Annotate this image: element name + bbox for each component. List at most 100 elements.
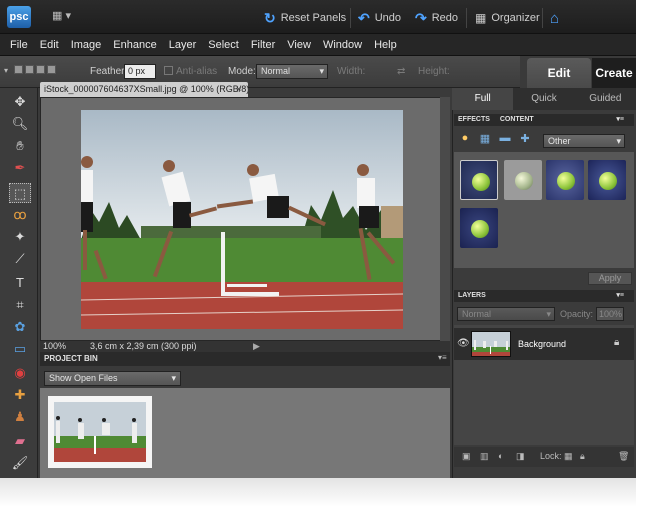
layout-icon[interactable]: ▦ ▾ (52, 9, 78, 23)
tab-content[interactable]: CONTENT (500, 116, 534, 123)
tab-effects[interactable]: EFFECTS (458, 116, 490, 123)
effects-category-select[interactable]: Other ▾ (543, 134, 625, 148)
menu-enhance[interactable]: Enhance (113, 39, 156, 51)
marquee-tool-icon[interactable]: ⬚ (9, 183, 31, 203)
filters-icon[interactable]: ● (458, 132, 472, 145)
panel-menu-icon[interactable]: ▾≡ (438, 353, 447, 362)
selection-brush-tool-icon[interactable]: ⟋ (9, 249, 31, 269)
effect-thumbnail[interactable] (546, 160, 584, 200)
layer-styles-icon[interactable]: ▦ (478, 132, 492, 145)
home-icon[interactable]: ⌂ (550, 10, 559, 27)
tab-quick[interactable]: Quick (513, 88, 574, 110)
menu-view[interactable]: View (287, 39, 311, 51)
undo-button[interactable]: ↶ Undo (358, 10, 401, 26)
healing-brush-tool-icon[interactable]: ✚ (9, 385, 31, 405)
bin-thumbnail[interactable] (48, 396, 152, 468)
tab-edit[interactable]: Edit (527, 58, 591, 88)
zoom-level[interactable]: 100% (43, 341, 66, 351)
vertical-scrollbar[interactable] (440, 97, 450, 341)
layers-panel-header: LAYERS ▾≡ (454, 290, 634, 302)
menu-window[interactable]: Window (323, 39, 362, 51)
document-size: 3,6 cm x 2,39 cm (300 ppi) (90, 341, 197, 351)
all-effects-icon[interactable]: ✚ (518, 132, 532, 145)
status-menu-icon[interactable]: ▶ (253, 341, 260, 352)
chevron-down-icon: ▾ (546, 309, 551, 319)
layer-mask-icon[interactable]: ◨ (516, 451, 525, 462)
lock-all-icon[interactable]: 🔒︎ (580, 451, 585, 462)
apply-button[interactable]: Apply (588, 272, 632, 285)
trash-icon[interactable]: 🗑︎ (618, 451, 629, 462)
brush-tool-icon[interactable]: 🖌︎ (9, 453, 31, 473)
effect-thumbnail[interactable] (504, 160, 542, 200)
menu-edit[interactable]: Edit (40, 39, 59, 51)
reset-panels-label: Reset Panels (280, 12, 347, 24)
cookie-cutter-tool-icon[interactable]: ✿ (9, 317, 31, 337)
mode-select[interactable]: Normal ▾ (256, 64, 328, 79)
new-group-icon[interactable]: ▥ (480, 451, 489, 462)
menu-image[interactable]: Image (71, 39, 102, 51)
close-icon[interactable]: × (236, 84, 246, 94)
app-logo: psc (7, 6, 31, 28)
blend-mode-select[interactable]: Normal ▾ (457, 307, 555, 321)
eye-icon[interactable]: 👁︎ (457, 338, 470, 349)
opacity-input[interactable]: 100% (596, 307, 624, 321)
layers-title[interactable]: LAYERS (458, 292, 486, 299)
reset-icon: ↻ (264, 9, 276, 26)
eraser-tool-icon[interactable]: ▰ (9, 431, 31, 451)
clone-stamp-tool-icon[interactable]: ♟ (9, 407, 31, 427)
layer-thumbnail-photo (472, 332, 510, 356)
red-eye-tool-icon[interactable]: ◉ (9, 363, 31, 383)
new-layer-icon[interactable]: ▣ (462, 451, 471, 462)
lock-transparent-icon[interactable]: ▦ (564, 451, 573, 462)
tab-guided[interactable]: Guided (575, 88, 636, 110)
crop-tool-icon[interactable]: ⌗ (9, 295, 31, 315)
swap-icon[interactable]: ⇄ (397, 66, 405, 77)
chevron-down-icon: ▾ (171, 373, 176, 383)
photo-canvas[interactable] (81, 110, 403, 329)
hand-tool-icon[interactable]: ✋︎ (9, 136, 31, 156)
photo-effects-icon[interactable]: ▬ (498, 132, 512, 145)
thumbnail-photo (54, 402, 146, 462)
antialias-checkbox[interactable] (164, 66, 173, 75)
tab-full[interactable]: Full (452, 88, 514, 110)
tab-create[interactable]: Create (592, 58, 636, 88)
panel-menu-icon[interactable]: ▾≡ (616, 290, 624, 302)
reset-panels-button[interactable]: ↻ Reset Panels (264, 10, 346, 26)
project-bin-header[interactable]: PROJECT BIN (40, 352, 450, 366)
type-tool-icon[interactable]: T (9, 273, 31, 293)
move-tool-icon[interactable]: ✥ (9, 92, 31, 112)
menu-help[interactable]: Help (374, 39, 397, 51)
feather-label: Feather: (90, 66, 128, 77)
effects-type-icons: ● ▦ ▬ ✚ (458, 132, 532, 145)
straighten-tool-icon[interactable]: ▭ (9, 339, 31, 359)
organizer-label: Organizer (491, 12, 540, 24)
zoom-tool-icon[interactable]: 🔍︎ (9, 114, 31, 134)
tool-preset-dropdown-icon[interactable]: ▾ (4, 66, 8, 75)
layers-footer: ▣ ▥ ◐ ◨ Lock: ▦ 🔒︎ 🗑︎ (454, 447, 634, 467)
eyedropper-tool-icon[interactable]: ✒ (9, 158, 31, 178)
menu-select[interactable]: Select (208, 39, 239, 51)
add-selection-icon[interactable] (25, 65, 34, 74)
intersect-selection-icon[interactable] (47, 65, 56, 74)
menu-filter[interactable]: Filter (251, 39, 275, 51)
bin-filter-value: Show Open Files (49, 373, 118, 383)
adjustment-layer-icon[interactable]: ◐ (498, 451, 503, 461)
effects-thumbnail-grid (454, 152, 634, 268)
redo-button[interactable]: ↷ Redo (415, 10, 458, 26)
feather-input[interactable]: 0 px (124, 64, 156, 79)
document-tab[interactable]: iStock_000007604637XSmall.jpg @ 100% (RG… (40, 82, 248, 97)
effect-thumbnail[interactable] (460, 160, 498, 200)
menu-layer[interactable]: Layer (169, 39, 197, 51)
subtract-selection-icon[interactable] (36, 65, 45, 74)
lasso-tool-icon[interactable]: ꝏ (9, 205, 31, 225)
layer-name: Background (518, 339, 567, 349)
menu-file[interactable]: File (10, 39, 28, 51)
magic-wand-tool-icon[interactable]: ✦ (9, 227, 31, 247)
new-selection-icon[interactable] (14, 65, 23, 74)
bin-filter-select[interactable]: Show Open Files ▾ (44, 371, 181, 386)
redo-label: Redo (431, 12, 459, 24)
organizer-button[interactable]: ▦ Organizer (475, 10, 540, 26)
panel-menu-icon[interactable]: ▾≡ (616, 114, 624, 126)
effect-thumbnail[interactable] (588, 160, 626, 200)
effect-thumbnail[interactable] (460, 208, 498, 248)
